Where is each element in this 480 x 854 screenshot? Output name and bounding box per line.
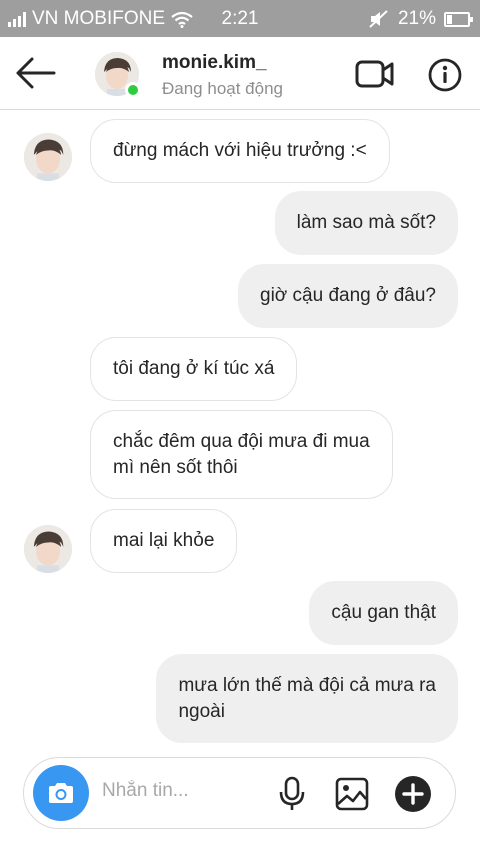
online-status-dot bbox=[125, 82, 141, 98]
outgoing-message[interactable]: làm sao mà sốt? bbox=[274, 191, 458, 255]
status-bar: VN MOBIFONE 2:21 21% bbox=[0, 0, 480, 37]
outgoing-message[interactable]: giờ cậu đang ở đâu? bbox=[238, 264, 458, 328]
battery-icon bbox=[444, 11, 473, 27]
contact-avatar[interactable] bbox=[95, 52, 141, 98]
active-status: Đang hoạt động bbox=[162, 79, 283, 98]
battery-percent: 21% bbox=[397, 8, 436, 29]
avatar[interactable] bbox=[24, 525, 72, 573]
avatar[interactable] bbox=[24, 133, 72, 181]
camera-icon bbox=[49, 783, 73, 803]
message-composer bbox=[23, 757, 456, 829]
incoming-message[interactable]: tôi đang ở kí túc xá bbox=[90, 337, 298, 401]
outgoing-message[interactable]: mưa lớn thế mà đội cả mưa ra ngoài bbox=[156, 654, 458, 743]
message-thread[interactable]: đừng mách với hiệu trưởng :< làm sao mà … bbox=[0, 111, 480, 743]
incoming-message[interactable]: chắc đêm qua đội mưa đi mua mì nên sốt t… bbox=[90, 410, 393, 499]
plus-icon[interactable] bbox=[395, 776, 431, 812]
incoming-message[interactable]: mai lại khỏe bbox=[90, 509, 238, 573]
message-input[interactable] bbox=[102, 780, 272, 802]
contact-username[interactable]: monie.kim_ bbox=[162, 52, 267, 74]
chat-header: monie.kim_ Đang hoạt động bbox=[0, 37, 480, 110]
video-call-icon[interactable] bbox=[355, 57, 395, 91]
info-icon[interactable] bbox=[428, 58, 462, 92]
back-arrow-icon[interactable] bbox=[14, 55, 58, 91]
gallery-icon[interactable] bbox=[335, 777, 369, 811]
incoming-message[interactable]: đừng mách với hiệu trưởng :< bbox=[90, 119, 390, 183]
outgoing-message[interactable]: cậu gan thật bbox=[309, 581, 458, 645]
mute-icon bbox=[369, 10, 388, 28]
camera-button[interactable] bbox=[33, 765, 89, 821]
microphone-icon[interactable] bbox=[276, 776, 308, 812]
